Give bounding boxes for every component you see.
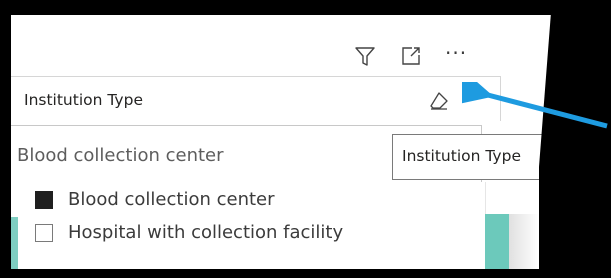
background-visual-strip: [485, 214, 509, 269]
option-label: Hospital with collection facility: [68, 222, 344, 243]
screen-edge: [539, 0, 611, 278]
background-visual-strip: [11, 217, 18, 269]
focus-mode-icon[interactable]: [399, 44, 423, 68]
checkbox-checked[interactable]: [35, 190, 53, 209]
filter-icon[interactable]: [353, 44, 377, 68]
visual-header-toolbar: ···: [353, 42, 467, 70]
dropdown-selected-value[interactable]: Blood collection center: [17, 145, 224, 166]
more-options-button[interactable]: ···: [445, 43, 467, 63]
drop-shadow: [509, 214, 539, 269]
clear-selections-tooltip: Institution Type: [392, 134, 552, 180]
checkbox-unchecked[interactable]: [35, 223, 53, 242]
slicer-header: Institution Type: [11, 76, 501, 121]
slicer-options-list: Blood collection center Hospital with co…: [11, 182, 486, 269]
slicer-title: Institution Type: [24, 91, 143, 109]
list-item-hospital-with-collection-facility[interactable]: Hospital with collection facility: [35, 222, 343, 243]
list-item-blood-collection-center[interactable]: Blood collection center: [35, 189, 275, 210]
eraser-icon[interactable]: [428, 90, 450, 112]
option-label: Blood collection center: [68, 189, 275, 210]
annotation-arrow-icon: [462, 82, 608, 129]
